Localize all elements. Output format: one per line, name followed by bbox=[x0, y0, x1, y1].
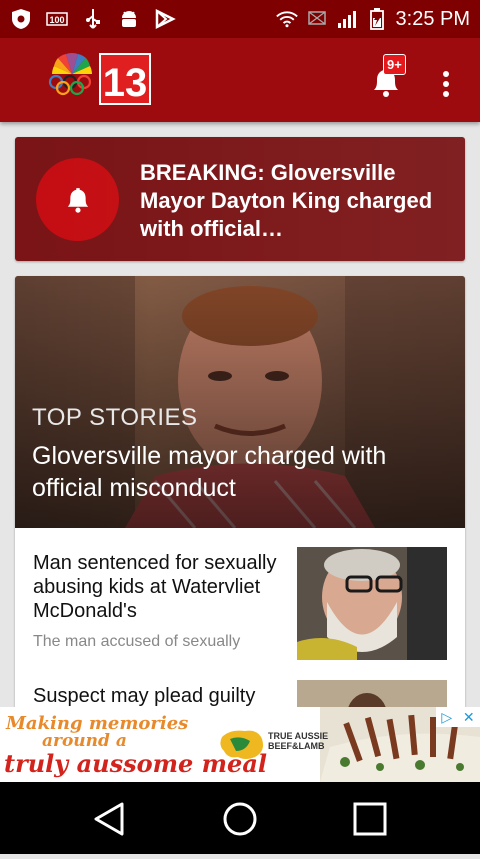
breaking-news-banner[interactable]: BREAKING: Gloversville Mayor Dayton King… bbox=[15, 137, 465, 261]
battery-icon bbox=[366, 8, 388, 30]
signal-icon bbox=[336, 8, 358, 30]
back-button[interactable] bbox=[86, 794, 136, 844]
story-thumbnail bbox=[297, 547, 447, 660]
ad-headline-2: around a bbox=[42, 731, 127, 751]
bell-icon bbox=[67, 187, 88, 213]
system-nav-bar bbox=[0, 782, 480, 854]
android-icon bbox=[118, 8, 140, 30]
app-logo[interactable]: 13 bbox=[46, 52, 156, 108]
wifi-icon bbox=[275, 8, 298, 30]
ad-choices-icon: ▷ bbox=[441, 708, 453, 725]
play-store-icon bbox=[154, 8, 176, 30]
status-time: 3:25 PM bbox=[395, 7, 470, 30]
list-item[interactable]: Man sentenced for sexually abusing kids … bbox=[15, 528, 465, 680]
story-title: Man sentenced for sexually abusing kids … bbox=[33, 552, 277, 622]
status-bar: 100 3:25 PM bbox=[0, 0, 480, 38]
svg-text:100: 100 bbox=[49, 15, 64, 25]
logo-channel: 13 bbox=[103, 61, 148, 105]
notification-100-icon: 100 bbox=[46, 8, 68, 30]
ad-choices-button[interactable]: ▷ ✕ bbox=[436, 707, 480, 727]
more-options-button[interactable] bbox=[436, 66, 456, 106]
nbc-peacock-logo bbox=[52, 53, 92, 74]
story-summary: The man accused of sexually bbox=[33, 633, 241, 650]
notification-badge: 9+ bbox=[383, 54, 406, 75]
section-label: TOP STORIES bbox=[32, 404, 198, 431]
app-bar: 13 9+ bbox=[0, 38, 480, 122]
top-story-hero[interactable]: TOP STORIES Gloversville mayor charged w… bbox=[15, 276, 465, 528]
recents-button[interactable] bbox=[345, 794, 395, 844]
more-vert-icon bbox=[443, 71, 449, 97]
breaking-alert-circle bbox=[36, 158, 119, 241]
top-stories-card: TOP STORIES Gloversville mayor charged w… bbox=[15, 276, 465, 716]
close-ad-icon[interactable]: ✕ bbox=[463, 709, 475, 726]
usb-icon bbox=[82, 8, 104, 30]
home-button[interactable] bbox=[215, 794, 265, 844]
shield-icon bbox=[10, 8, 32, 30]
ad-banner[interactable]: Making memories around a truly aussome m… bbox=[0, 707, 480, 782]
ad-brand: TRUE AUSSIE BEEF&LAMB bbox=[268, 731, 329, 751]
story-title: Suspect may plead guilty bbox=[33, 685, 256, 707]
no-sim-icon bbox=[306, 8, 328, 30]
breaking-headline: BREAKING: Gloversville Mayor Dayton King… bbox=[140, 160, 433, 241]
top-story-title: Gloversville mayor charged with official… bbox=[32, 442, 387, 502]
ad-headline-3: truly aussome meal bbox=[4, 749, 267, 778]
